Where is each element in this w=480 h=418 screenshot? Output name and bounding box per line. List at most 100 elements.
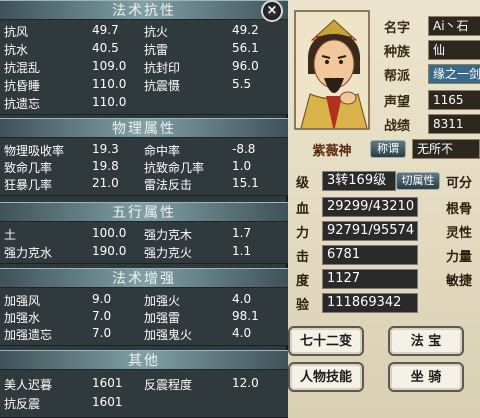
attr-value: -8.8 xyxy=(232,142,256,156)
section-header-spell-enhancement: 法术增强 xyxy=(0,268,288,288)
attr-label: 加强风 xyxy=(4,294,41,308)
attr-label: 物理吸收率 xyxy=(4,144,65,158)
attr-label: 强力克火 xyxy=(144,246,193,260)
info-label: 帮派 xyxy=(384,68,411,84)
stat-label: 血 xyxy=(296,201,310,217)
close-icon[interactable]: × xyxy=(261,0,283,22)
character-portrait xyxy=(294,10,370,130)
attr-value: 4.0 xyxy=(232,292,252,306)
magic-item-button[interactable]: 法 宝 xyxy=(388,326,464,356)
transform-button[interactable]: 七十二变 xyxy=(288,326,364,356)
attr-value: 110.0 xyxy=(92,77,127,91)
section-header-five-elements: 五行属性 xyxy=(0,202,288,222)
attr-value: 190.0 xyxy=(92,244,127,258)
table-row: 加强遗忘 7.0 加强鬼火 4.0 xyxy=(0,326,288,343)
info-label: 名字 xyxy=(384,20,411,36)
switch-attribute-button[interactable]: 切属性 xyxy=(396,172,440,190)
attr-label: 强力克木 xyxy=(144,228,193,242)
stat-row-mp: 力 92791/95574 xyxy=(296,220,418,242)
attr-value: 5.5 xyxy=(232,77,252,91)
attr-label: 加强水 xyxy=(4,311,41,325)
table-row: 加强水 7.0 加强雷 98.1 xyxy=(0,309,288,326)
attr-value: 1601 xyxy=(92,395,123,409)
stat-label: 力 xyxy=(296,225,310,241)
info-row-guild: 帮派 缘之一剑 xyxy=(384,64,480,84)
attr-value: 40.5 xyxy=(92,41,119,55)
table-row: 致命几率 19.8 抗致命几率 1.0 xyxy=(0,159,288,176)
side-label-strength: 力量 xyxy=(446,250,473,265)
attr-value: 100.0 xyxy=(92,226,127,240)
info-row-race: 种族 仙 xyxy=(384,40,480,60)
attr-label: 加强雷 xyxy=(144,311,181,325)
attr-label: 美人迟暮 xyxy=(4,378,53,392)
attr-label: 抗风 xyxy=(4,25,29,39)
stat-label: 度 xyxy=(296,273,310,289)
attr-label: 抗反震 xyxy=(4,397,41,411)
stat-value: 6781 xyxy=(322,245,418,265)
attr-label: 致命几率 xyxy=(4,161,53,175)
table-row: 土 100.0 强力克木 1.7 xyxy=(0,226,288,243)
mount-button[interactable]: 坐 骑 xyxy=(388,362,464,392)
attr-value: 1601 xyxy=(92,376,123,390)
table-row: 抗遗忘 110.0 xyxy=(0,95,288,112)
attr-label: 加强遗忘 xyxy=(4,328,53,342)
attr-label: 抗火 xyxy=(144,25,169,39)
side-note: 可分 xyxy=(446,176,473,191)
info-value: 仙 xyxy=(428,40,480,60)
table-row: 强力克水 190.0 强力克火 1.1 xyxy=(0,244,288,261)
skills-button[interactable]: 人物技能 xyxy=(288,362,364,392)
attr-label: 狂暴几率 xyxy=(4,178,53,192)
attr-label: 抗震慑 xyxy=(144,79,181,93)
table-row: 物理吸收率 19.3 命中率 -8.8 xyxy=(0,142,288,159)
attr-label: 加强鬼火 xyxy=(144,328,193,342)
table-row: 抗昏睡 110.0 抗震慑 5.5 xyxy=(0,77,288,94)
stat-label: 击 xyxy=(296,249,310,265)
attr-label: 抗水 xyxy=(4,43,29,57)
attr-value: 7.0 xyxy=(92,309,112,323)
side-label-constitution: 根骨 xyxy=(446,202,473,217)
attr-label: 抗昏睡 xyxy=(4,79,41,93)
attr-label: 反震程度 xyxy=(144,378,193,392)
attr-label: 抗致命几率 xyxy=(144,161,205,175)
info-value: Ai丶石 xyxy=(428,16,480,36)
table-row: 抗风 49.7 抗火 49.2 xyxy=(0,23,288,40)
attr-value: 96.0 xyxy=(232,59,259,73)
info-value: 8311 xyxy=(428,114,480,134)
info-row-record: 战绩 8311 xyxy=(384,114,480,134)
attr-label: 雷法反击 xyxy=(144,178,193,192)
attr-label: 抗封印 xyxy=(144,61,181,75)
attr-label: 土 xyxy=(4,228,17,242)
title-button[interactable]: 称谓 xyxy=(370,140,406,158)
level-value: 3转169级 xyxy=(322,171,396,191)
side-label-agility: 敏捷 xyxy=(446,274,473,289)
attr-label: 加强火 xyxy=(144,294,181,308)
stat-row-attack: 击 6781 xyxy=(296,244,418,266)
attr-value: 19.3 xyxy=(92,142,119,156)
attr-value: 56.1 xyxy=(232,41,259,55)
info-value: 缘之一剑 xyxy=(428,64,480,84)
info-label: 种族 xyxy=(384,44,411,60)
attribute-panel: 法术抗性 抗风 49.7 抗火 49.2 抗水 40.5 抗雷 56.1 抗混乱… xyxy=(0,0,288,418)
character-name: 紫薇神 xyxy=(312,144,352,159)
attr-value: 21.0 xyxy=(92,176,119,190)
attr-value: 12.0 xyxy=(232,376,259,390)
attr-value: 4.0 xyxy=(232,326,252,340)
info-label: 战绩 xyxy=(384,118,411,134)
attr-value: 49.7 xyxy=(92,23,119,37)
stat-value: 92791/95574 xyxy=(322,221,418,241)
attr-value: 49.2 xyxy=(232,23,259,37)
table-row: 美人迟暮 1601 反震程度 12.0 xyxy=(0,376,288,393)
attr-value: 9.0 xyxy=(92,292,112,306)
section-physical: 物理吸收率 19.3 命中率 -8.8 致命几率 19.8 抗致命几率 1.0 … xyxy=(0,138,288,196)
attr-value: 110.0 xyxy=(92,95,127,109)
table-row: 抗水 40.5 抗雷 56.1 xyxy=(0,41,288,58)
level-row: 级 3转169级 xyxy=(296,170,396,192)
section-header-other: 其他 xyxy=(0,350,288,370)
section-spell-enhancement: 加强风 9.0 加强火 4.0 加强水 7.0 加强雷 98.1 加强遗忘 7.… xyxy=(0,288,288,346)
table-row: 抗反震 1601 xyxy=(0,395,288,412)
section-five-elements: 土 100.0 强力克木 1.7 强力克水 190.0 强力克火 1.1 xyxy=(0,222,288,264)
stat-label: 验 xyxy=(296,297,310,313)
table-row: 加强风 9.0 加强火 4.0 xyxy=(0,292,288,309)
stat-row-hp: 血 29299/43210 xyxy=(296,196,418,218)
table-row: 抗混乱 109.0 抗封印 96.0 xyxy=(0,59,288,76)
